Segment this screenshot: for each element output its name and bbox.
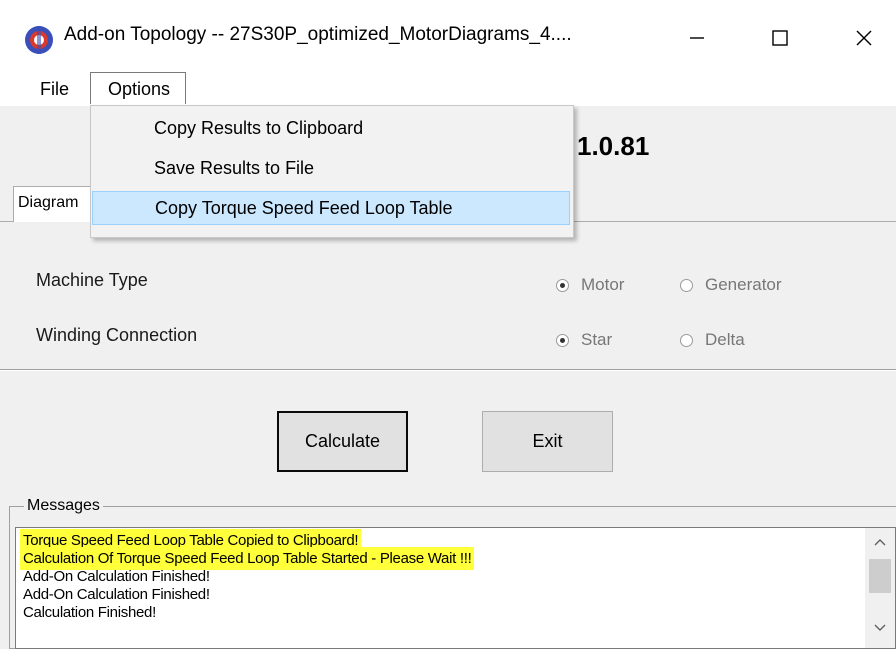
exit-button[interactable]: Exit [482,411,613,472]
message-line: Add-On Calculation Finished! [23,586,210,603]
maximize-button[interactable] [748,14,812,62]
message-line: Calculation Of Torque Speed Feed Loop Ta… [23,550,472,567]
menu-item-save-results[interactable]: Save Results to File [92,152,570,184]
version-label: 1.0.81 [577,131,650,161]
radio-delta-circle[interactable] [680,333,693,347]
radio-motor-circle[interactable] [556,278,569,292]
scrollbar-thumb[interactable] [869,559,891,593]
minimize-button[interactable] [665,14,729,62]
calculate-button[interactable]: Calculate [277,411,408,472]
radio-generator-label: Generator [705,275,782,294]
menu-file[interactable]: File [32,72,77,106]
window-title: Add-on Topology -- 27S30P_optimized_Moto… [64,24,572,45]
maximize-icon [772,30,788,46]
winding-connection-label: Winding Connection [36,325,198,345]
menu-options[interactable]: Options [90,72,186,104]
radio-generator[interactable]: Generator [680,275,782,295]
menu-item-copy-torque-table[interactable]: Copy Torque Speed Feed Loop Table [92,191,570,225]
radio-star-circle[interactable] [556,333,569,347]
radio-motor[interactable]: Motor [556,275,624,295]
scroll-up-button[interactable] [868,530,892,554]
app-icon [24,25,54,55]
machine-type-label: Machine Type [36,270,148,290]
messages-label: Messages [24,497,103,515]
radio-motor-label: Motor [581,275,625,294]
radio-delta[interactable]: Delta [680,330,745,350]
message-line: Calculation Finished! [23,604,156,621]
section-divider-highlight [0,370,896,371]
radio-generator-circle[interactable] [680,278,693,292]
scroll-down-button[interactable] [868,616,892,640]
message-text-highlighted: Calculation Of Torque Speed Feed Loop Ta… [23,550,472,567]
message-text-highlighted: Torque Speed Feed Loop Table Copied to C… [23,532,359,549]
radio-star[interactable]: Star [556,330,612,350]
radio-delta-label: Delta [705,330,745,349]
chevron-up-icon [874,539,886,546]
message-line: Torque Speed Feed Loop Table Copied to C… [23,532,359,549]
message-line: Add-On Calculation Finished! [23,568,210,585]
menu-item-copy-results[interactable]: Copy Results to Clipboard [92,112,570,144]
close-icon [856,30,872,46]
chevron-down-icon [874,624,886,631]
radio-star-label: Star [581,330,613,349]
close-button[interactable] [832,14,896,62]
minimize-icon [690,37,704,39]
